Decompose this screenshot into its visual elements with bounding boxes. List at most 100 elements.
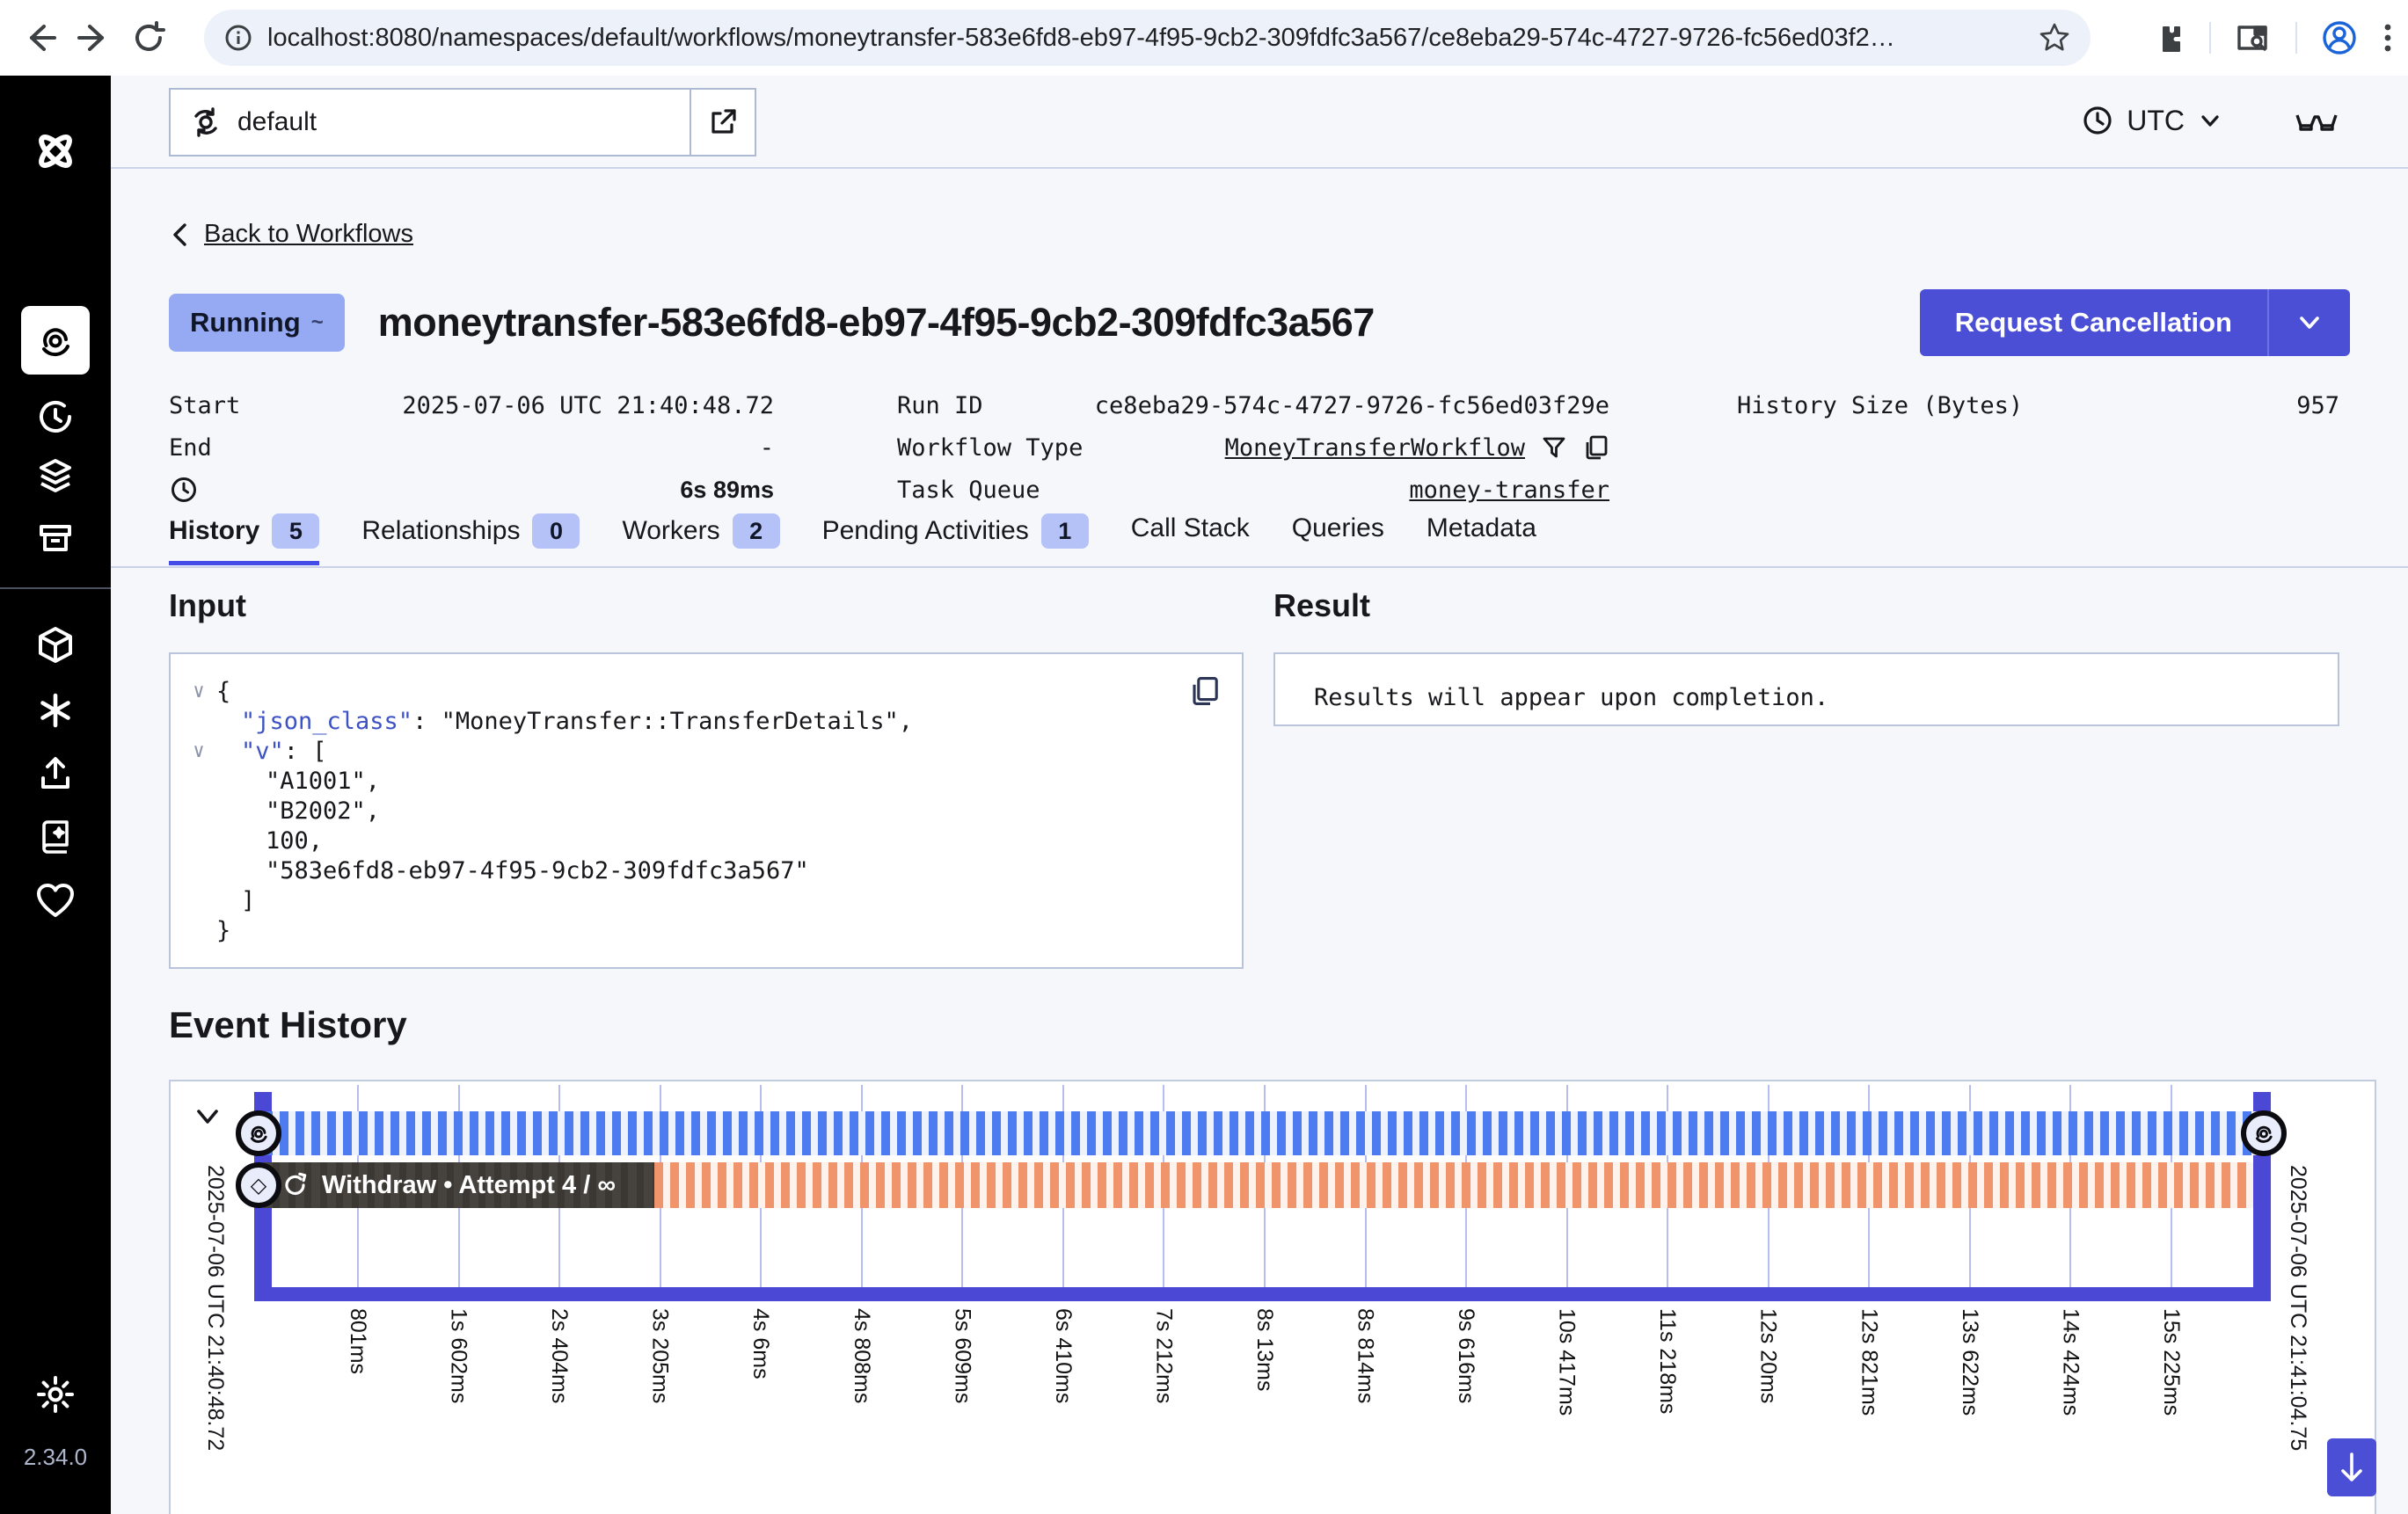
cancellation-menu-toggle[interactable]: [2269, 289, 2350, 356]
namespace-name: default: [237, 107, 317, 137]
code-line: "json_class": "MoneyTransfer::TransferDe…: [181, 707, 1224, 737]
workflow-end-marker[interactable]: [2241, 1110, 2287, 1156]
temporal-logo[interactable]: [0, 120, 111, 183]
request-cancellation-button[interactable]: Request Cancellation: [1920, 289, 2350, 356]
copy-icon[interactable]: [1189, 675, 1221, 707]
status-badge: Running ~: [169, 294, 345, 352]
request-cancellation-label[interactable]: Request Cancellation: [1920, 289, 2269, 356]
end-value: -: [760, 434, 774, 462]
activity-retry-bar[interactable]: [654, 1162, 2253, 1208]
activity-label-bar[interactable]: Withdraw • Attempt 4 / ∞: [264, 1162, 654, 1208]
workflow-type-link[interactable]: MoneyTransferWorkflow: [1225, 434, 1525, 462]
browser-back-button[interactable]: [12, 11, 67, 65]
tab-label: Queries: [1292, 513, 1384, 543]
browser-chrome: localhost:8080/namespaces/default/workfl…: [0, 0, 2408, 76]
theme-toggle[interactable]: [0, 1363, 111, 1426]
event-history-timeline: 801ms1s 602ms2s 404ms3s 205ms4s 6ms4s 80…: [169, 1080, 2376, 1514]
details-col-times: Start2025-07-06 UTC 21:40:48.72 End- 6s …: [169, 384, 774, 511]
activity-marker[interactable]: ◇: [236, 1162, 281, 1208]
timeline-end-label: 2025-07-06 UTC 21:41:04.75: [2285, 1165, 2310, 1451]
code-text: "583e6fd8-eb97-4f95-9cb2-309fdfc3a567": [216, 856, 809, 886]
code-gutter: [181, 856, 216, 886]
sidebar-item-deployments[interactable]: [0, 614, 111, 677]
browser-menu-icon[interactable]: [2382, 20, 2394, 55]
timeline-tick-label: 3s 205ms: [647, 1308, 673, 1403]
asterisk-icon: [35, 690, 76, 731]
sidebar-item-export[interactable]: [0, 742, 111, 805]
back-link-label: Back to Workflows: [204, 220, 413, 249]
workflow-execution-bar[interactable]: [264, 1111, 2264, 1155]
browser-toolbar-right: [2151, 0, 2394, 76]
reload-icon: [130, 19, 167, 56]
external-link-icon: [707, 106, 739, 138]
address-bar[interactable]: localhost:8080/namespaces/default/workfl…: [204, 10, 2091, 66]
tab-queries[interactable]: Queries: [1292, 513, 1384, 556]
sidebar-divider: [0, 587, 111, 589]
workflow-type-label: Workflow Type: [897, 434, 1083, 462]
tab-call-stack[interactable]: Call Stack: [1131, 513, 1250, 556]
version-label: 2.34.0: [0, 1444, 111, 1471]
end-label: End: [169, 434, 212, 462]
site-info-icon[interactable]: [223, 23, 253, 53]
page: localhost:8080/namespaces/default/workfl…: [0, 0, 2408, 1514]
history-size-label: History Size (Bytes): [1737, 392, 2023, 419]
sidebar-item-namespaces[interactable]: [0, 445, 111, 508]
cube-icon: [34, 624, 77, 666]
tab-history[interactable]: History5: [169, 513, 319, 565]
extensions-icon[interactable]: [2151, 20, 2186, 55]
tab-metadata[interactable]: Metadata: [1427, 513, 1536, 556]
forward-arrow-icon: [76, 19, 113, 56]
code-line: }: [181, 916, 1224, 946]
code-text: 100,: [216, 826, 323, 856]
scroll-to-bottom-button[interactable]: [2327, 1438, 2376, 1496]
timeline-collapse-toggle[interactable]: [190, 1099, 225, 1134]
namespace-current[interactable]: default: [171, 90, 690, 155]
sidebar-item-docs[interactable]: [0, 805, 111, 869]
timeline-tick-label: 801ms: [345, 1308, 370, 1374]
layers-icon: [34, 455, 77, 498]
labs-toggle[interactable]: [2294, 88, 2339, 153]
tab-pending-activities[interactable]: Pending Activities1: [822, 513, 1089, 561]
browser-reload-button[interactable]: [121, 11, 176, 65]
tab-count-badge: 0: [532, 513, 580, 549]
details-col-ids: Run IDce8eba29-574c-4727-9726-fc56ed03f2…: [897, 384, 1609, 511]
sidebar-item-feedback[interactable]: [0, 869, 111, 932]
browser-forward-button[interactable]: [67, 11, 121, 65]
collapse-toggle[interactable]: ∨: [181, 737, 216, 767]
code-gutter: [181, 916, 216, 946]
timezone-select[interactable]: UTC: [2081, 88, 2223, 153]
upload-icon: [35, 753, 76, 794]
sidebar-item-nexus[interactable]: [0, 679, 111, 742]
chevron-down-icon: [190, 1099, 225, 1134]
code-gutter: [181, 767, 216, 797]
collapse-toggle[interactable]: ∨: [181, 677, 216, 707]
chevron-down-icon: [2295, 308, 2324, 338]
sidebar-item-schedules[interactable]: [0, 385, 111, 448]
tab-search-icon[interactable]: [2234, 20, 2273, 55]
workflow-marker-icon: [246, 1121, 271, 1146]
copy-icon[interactable]: [1583, 434, 1609, 461]
bookmark-star-icon[interactable]: [2038, 21, 2071, 55]
sidebar-item-archival[interactable]: [0, 506, 111, 570]
tab-workers[interactable]: Workers2: [622, 513, 779, 561]
code-line: ]: [181, 886, 1224, 916]
timezone-label: UTC: [2127, 105, 2185, 137]
main-area: default UTC Back to Workflows Running: [111, 76, 2408, 1514]
code-text: "B2002",: [216, 797, 380, 826]
task-queue-link[interactable]: money-transfer: [1409, 477, 1609, 504]
task-queue-label: Task Queue: [897, 477, 1040, 504]
timeline-tick-label: 14s 424ms: [2057, 1308, 2083, 1416]
profile-icon[interactable]: [2320, 18, 2359, 57]
filter-icon[interactable]: [1541, 434, 1567, 461]
namespace-cycle-icon: [188, 105, 223, 140]
code-gutter: [181, 886, 216, 916]
start-label: Start: [169, 392, 240, 419]
event-history-heading: Event History: [169, 1004, 407, 1046]
namespace-select[interactable]: default: [169, 88, 756, 156]
back-to-workflows-link[interactable]: Back to Workflows: [169, 220, 413, 249]
namespace-open-button[interactable]: [690, 90, 755, 155]
sidebar-item-workflows[interactable]: [21, 306, 90, 375]
tab-relationships[interactable]: Relationships0: [361, 513, 580, 561]
status-spinner: ~: [311, 310, 324, 335]
workflow-start-marker[interactable]: [236, 1110, 281, 1156]
